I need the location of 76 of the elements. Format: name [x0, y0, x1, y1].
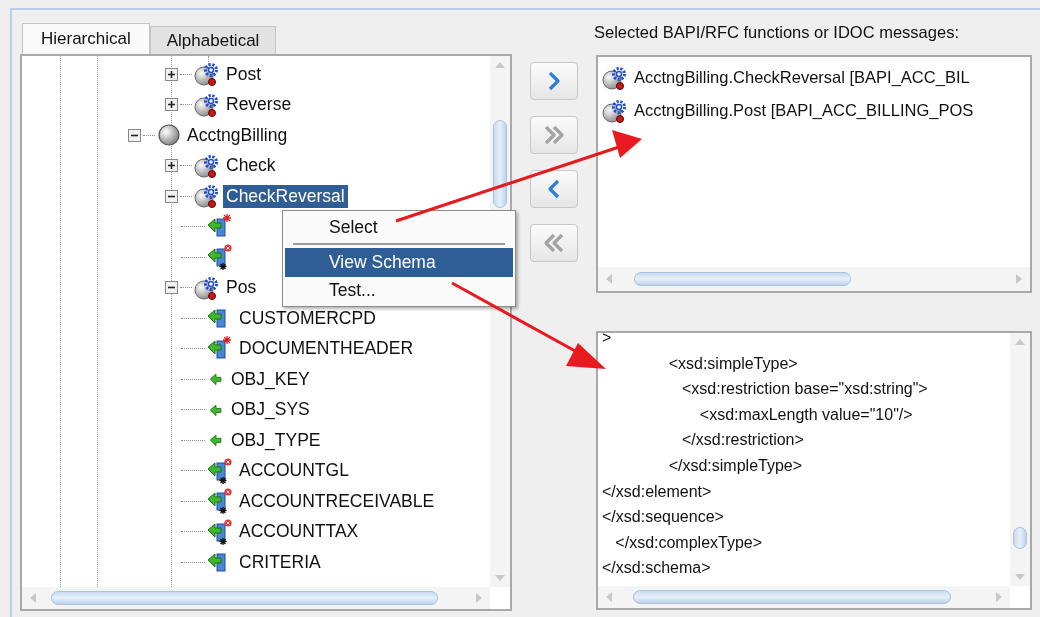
code-line: </xsd:sequence>: [602, 507, 725, 528]
scroll-thumb[interactable]: [1013, 527, 1027, 550]
tree-item[interactable]: OBJ_TYPE: [228, 428, 324, 452]
scroll-left-arrow[interactable]: [28, 591, 38, 605]
horizontal-scrollbar[interactable]: [598, 586, 1010, 608]
scroll-down-arrow[interactable]: [1013, 572, 1027, 582]
tree-item[interactable]: ACCOUNTGL: [236, 459, 352, 483]
arrow-document-icon: [207, 244, 233, 271]
code-line: <xsd:restriction base="xsd:string">: [681, 379, 929, 400]
arrow-document-icon: [207, 488, 233, 515]
code-line: <xsd:maxLength value="10"/>: [698, 404, 914, 425]
list-item[interactable]: AcctngBilling.CheckReversal [BAPI_ACC_BIL: [634, 68, 970, 87]
tree-item[interactable]: ACCOUNTTAX: [236, 520, 362, 544]
vertical-scrollbar[interactable]: [1010, 333, 1030, 586]
gear-sphere-icon: [194, 274, 220, 301]
sphere-icon: [157, 123, 181, 148]
gear-sphere-icon: [194, 152, 220, 179]
scroll-thumb[interactable]: [50, 591, 438, 605]
scroll-right-arrow[interactable]: [1014, 272, 1024, 286]
code-line: </xsd:element>: [602, 481, 713, 502]
arrow-document-icon: [207, 335, 233, 362]
arrow-document-icon: [207, 457, 233, 484]
expand-toggle[interactable]: [165, 281, 178, 295]
expand-toggle[interactable]: [165, 189, 178, 203]
tree-item[interactable]: OBJ_SYS: [228, 398, 313, 422]
menu-item[interactable]: Test...: [285, 277, 513, 303]
horizontal-scrollbar[interactable]: [22, 587, 490, 609]
double-chevron-left-icon: [542, 231, 566, 255]
remove-button[interactable]: [530, 170, 578, 208]
tree-item[interactable]: CUSTOMERCPD: [236, 306, 379, 330]
tree-item[interactable]: AcctngBilling: [184, 123, 291, 147]
scroll-up-arrow[interactable]: [1013, 337, 1027, 347]
add-button[interactable]: [530, 62, 578, 100]
scroll-down-arrow[interactable]: [493, 573, 507, 583]
code-line: </xsd:restriction>: [681, 430, 805, 451]
menu-item[interactable]: Select: [285, 214, 513, 240]
tree-item[interactable]: Post: [223, 62, 265, 86]
arrow-document-icon: [207, 518, 233, 545]
code-line: </xsd:complexType>: [614, 532, 764, 553]
scroll-right-arrow[interactable]: [474, 591, 484, 605]
tree-item[interactable]: Reverse: [223, 93, 295, 117]
expand-toggle[interactable]: [165, 67, 178, 81]
code-line: </xsd:simpleType>: [667, 455, 804, 476]
gear-sphere-icon: [194, 91, 220, 118]
tree-item[interactable]: DOCUMENTHEADER: [236, 337, 417, 361]
double-chevron-right-icon: [542, 123, 566, 147]
horizontal-scrollbar[interactable]: [598, 267, 1030, 291]
expand-toggle[interactable]: [165, 159, 178, 173]
scroll-left-arrow[interactable]: [604, 590, 614, 604]
expand-toggle[interactable]: [128, 128, 141, 142]
scroll-thumb[interactable]: [632, 590, 952, 604]
gear-sphere-icon: [602, 64, 628, 91]
menu-item[interactable]: View Schema: [285, 248, 513, 277]
tree-item[interactable]: ACCOUNTRECEIVABLE: [236, 489, 438, 513]
list-label: Selected BAPI/RFC functions or IDOC messages:: [594, 22, 960, 43]
tree-item[interactable]: CheckReversal: [223, 184, 348, 208]
gear-sphere-icon: [602, 97, 628, 124]
list-item[interactable]: AcctngBilling.Post [BAPI_ACC_BILLING_POS: [634, 101, 974, 120]
tree-item[interactable]: Pos: [223, 276, 260, 300]
tree-item[interactable]: CRITERIA: [236, 550, 324, 574]
scroll-up-arrow[interactable]: [493, 60, 507, 70]
code-line: >: [602, 328, 613, 348]
code-line: <xsd:simpleType>: [667, 353, 799, 374]
expand-toggle[interactable]: [165, 98, 178, 112]
arrow-document-icon: [207, 213, 233, 240]
scroll-thumb[interactable]: [633, 272, 852, 286]
tree-item[interactable]: OBJ_KEY: [228, 367, 313, 391]
tab[interactable]: Alphabetical: [149, 26, 277, 54]
scroll-left-arrow[interactable]: [604, 272, 614, 286]
tab[interactable]: Hierarchical: [22, 23, 150, 54]
gear-sphere-icon: [194, 61, 220, 88]
gear-sphere-icon: [194, 183, 220, 210]
scroll-right-arrow[interactable]: [994, 590, 1004, 604]
tree-item[interactable]: Check: [223, 154, 279, 178]
scroll-thumb[interactable]: [493, 120, 507, 208]
code-line: </xsd:schema>: [602, 558, 712, 579]
